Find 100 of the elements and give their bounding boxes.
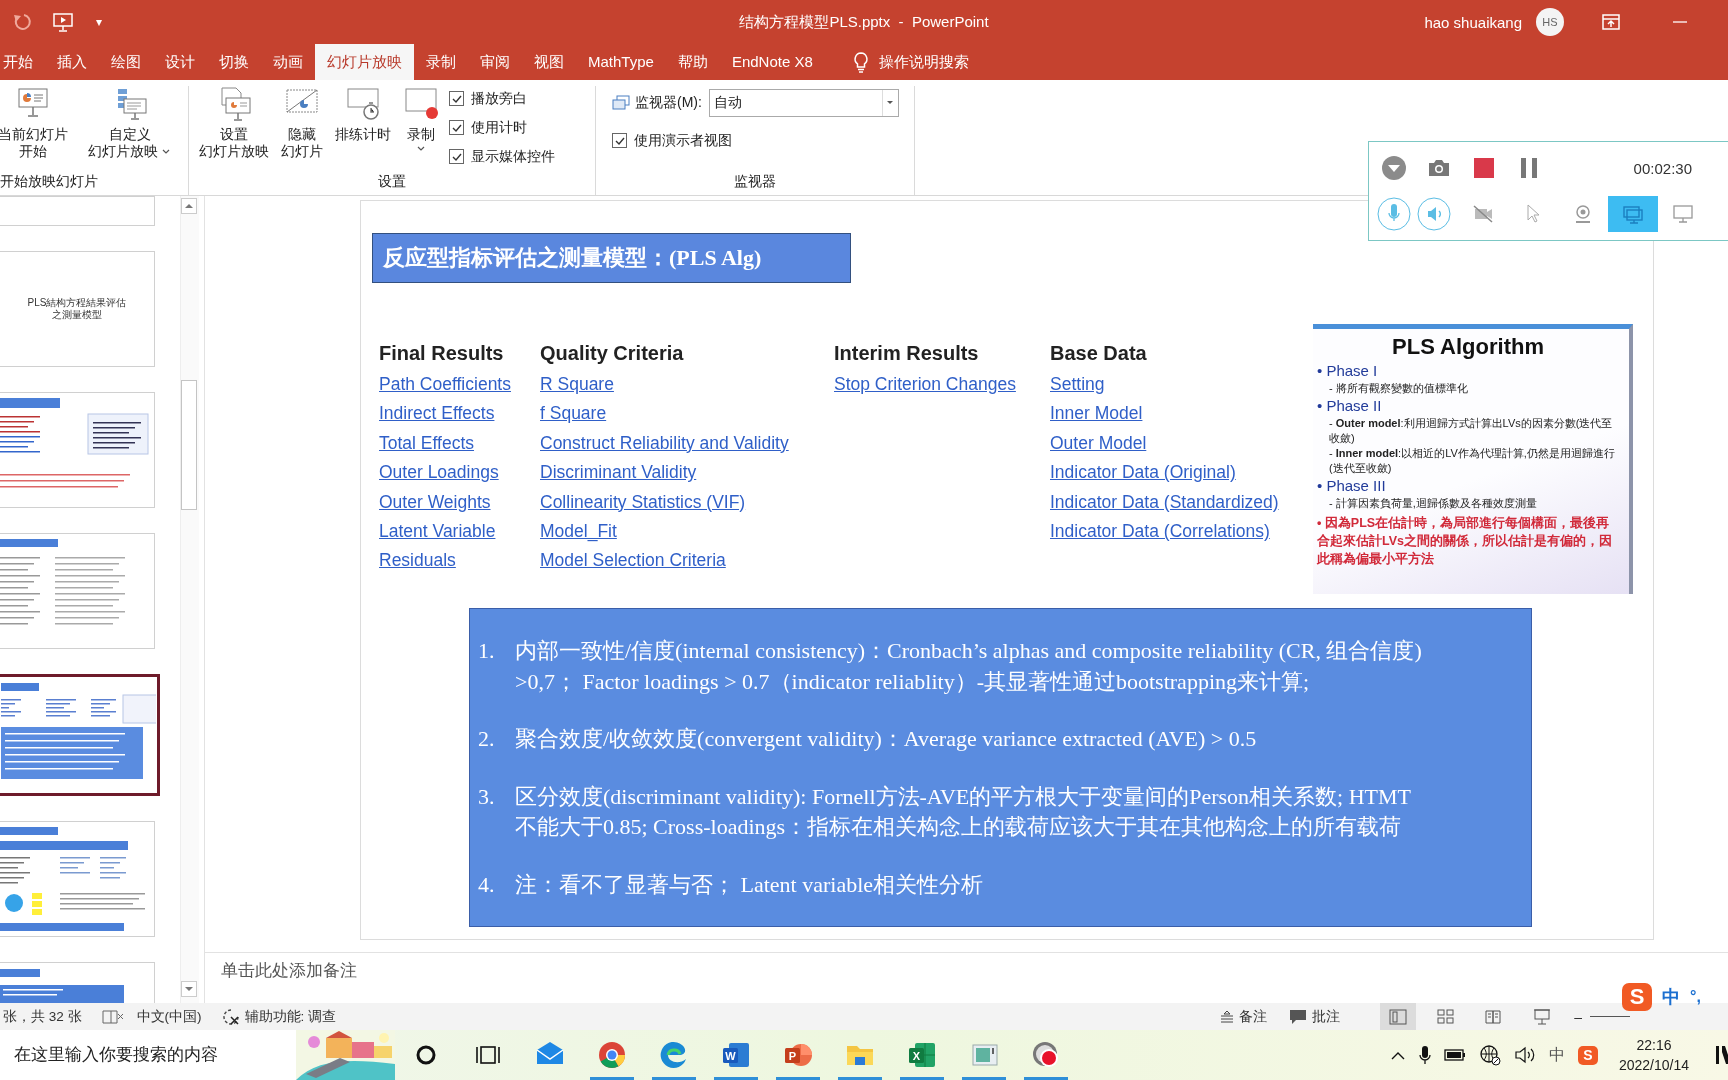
scrollbar[interactable] — [180, 196, 199, 1003]
link[interactable]: Outer Weights — [379, 487, 491, 518]
link[interactable]: Inner Model — [1050, 399, 1143, 429]
ribbon-button[interactable]: 录制 — [397, 86, 445, 153]
pause-icon[interactable] — [1520, 158, 1537, 178]
scroll-down-icon[interactable] — [181, 981, 197, 997]
monitor-dropdown[interactable]: 自动 — [708, 89, 899, 117]
ribbon-tab[interactable]: 开始 — [0, 44, 45, 80]
zoom-out-button[interactable]: – — [1574, 1008, 1582, 1025]
ribbon-tab[interactable]: MathType — [576, 44, 666, 80]
stop-icon[interactable] — [1473, 158, 1494, 178]
checkbox[interactable] — [449, 91, 464, 106]
record-button-icon[interactable] — [1031, 1040, 1061, 1070]
language-label[interactable]: 中文(中国) — [136, 1007, 202, 1026]
link[interactable]: R Square — [540, 370, 614, 400]
comment-icon[interactable] — [1289, 1008, 1308, 1025]
checkbox[interactable] — [612, 133, 627, 148]
dropdown-icon[interactable] — [1380, 155, 1407, 181]
scroll-thumb[interactable] — [181, 380, 197, 510]
task-view-icon[interactable] — [476, 1044, 500, 1066]
comments-button[interactable]: 批注 — [1312, 1007, 1341, 1026]
ribbon-button[interactable]: 当前幻灯片 开始 — [0, 86, 74, 160]
notes-placeholder[interactable]: 单击此处添加备注 — [221, 959, 357, 982]
checkbox-label[interactable]: 显示媒体控件 — [471, 147, 555, 166]
link[interactable]: Path Coefficients — [379, 370, 511, 400]
slide-thumbnail[interactable]: PLS結构方程結果评估 之測量模型 — [0, 251, 155, 367]
ribbon-tab[interactable]: 切换 — [207, 44, 261, 80]
punctuation-mode-label[interactable]: °, — [1690, 988, 1701, 1006]
scroll-up-icon[interactable] — [181, 198, 197, 214]
link[interactable]: Residuals — [379, 546, 456, 576]
checkbox-label[interactable]: 使用计时 — [471, 118, 527, 137]
search-field[interactable]: 在这里输入你要搜索的内容 — [0, 1030, 296, 1080]
link[interactable]: Construct Reliability and Validity — [540, 428, 789, 459]
ribbon-display-icon[interactable] — [1602, 14, 1620, 30]
microphone-toggle[interactable] — [1377, 197, 1411, 231]
checkbox-label[interactable]: 使用演示者视图 — [634, 131, 732, 150]
list-number: 3. — [478, 782, 496, 811]
list-number: 2. — [478, 725, 496, 753]
tell-me-search[interactable]: 操作说明搜索 — [878, 52, 969, 72]
input-method-logo[interactable]: S — [1622, 983, 1652, 1011]
ribbon-tab[interactable]: 绘图 — [99, 44, 153, 80]
ribbon-button[interactable]: 隐藏 幻灯片 — [275, 86, 329, 160]
edge-icon[interactable] — [659, 1040, 689, 1070]
customize-menu-caret[interactable]: ▾ — [96, 15, 103, 29]
accessibility-icon[interactable] — [221, 1007, 240, 1026]
chrome-icon[interactable] — [597, 1040, 627, 1070]
ribbon-tab[interactable]: 录制 — [414, 44, 468, 80]
link[interactable]: Model_Fit — [540, 517, 617, 547]
link[interactable]: Setting — [1050, 370, 1105, 400]
input-method-indicator[interactable]: 中 — [1548, 1044, 1565, 1066]
link[interactable]: Indicator Data (Correlations) — [1050, 517, 1270, 547]
speaker-toggle[interactable] — [1417, 197, 1451, 231]
ribbon-button[interactable]: 排练计时 — [329, 86, 397, 143]
ribbon-tab[interactable]: 插入 — [45, 44, 99, 80]
spelling-icon[interactable] — [101, 1008, 124, 1025]
ribbon-tab[interactable]: 视图 — [522, 44, 576, 80]
ribbon-tab[interactable]: 审阅 — [468, 44, 522, 80]
link[interactable]: Discriminant Validity — [540, 458, 697, 488]
notes-icon[interactable] — [1220, 1009, 1235, 1024]
ribbon-tab[interactable]: 帮助 — [665, 44, 720, 80]
link[interactable]: Stop Criterion Changes — [834, 370, 1016, 400]
ribbon-tab[interactable]: 动画 — [261, 44, 315, 80]
camera-icon[interactable] — [1427, 159, 1450, 177]
link[interactable]: Indirect Effects — [379, 399, 495, 429]
checkbox[interactable] — [449, 149, 464, 164]
checkbox[interactable] — [449, 120, 464, 135]
user-avatar[interactable]: HS — [1536, 8, 1564, 36]
ribbon-tab[interactable]: 幻灯片放映 — [315, 44, 414, 80]
link[interactable]: Collinearity Statistics (VIF) — [540, 487, 746, 518]
ribbon-button[interactable]: 设置 幻灯片放映 — [193, 86, 275, 160]
undo-icon[interactable] — [12, 12, 32, 32]
view-button[interactable] — [1380, 1003, 1417, 1030]
image-text: - Outer model:利用迴歸方式計算出LVs的因素分數(迭代至收斂) — [1328, 416, 1614, 446]
link[interactable]: f Square — [540, 399, 607, 429]
checkbox-label[interactable]: 播放旁白 — [471, 89, 527, 108]
link[interactable]: Outer Model — [1050, 428, 1147, 459]
link[interactable]: Outer Loadings — [379, 458, 499, 488]
input-mode-label[interactable]: 中 — [1662, 985, 1680, 1009]
link[interactable]: Total Effects — [379, 428, 474, 459]
ribbon-button[interactable]: 自定义 幻灯片放映 — [82, 86, 177, 160]
accessibility-status[interactable]: 辅助功能: 调查 — [244, 1007, 337, 1026]
ribbon-tab[interactable]: EndNote X8 — [719, 44, 825, 80]
link[interactable]: Model Selection Criteria — [540, 546, 726, 576]
microphone-icon[interactable] — [1418, 1045, 1431, 1065]
slide-thumbnail[interactable] — [0, 674, 160, 796]
ribbon-tab[interactable]: 设计 — [153, 44, 207, 80]
link[interactable]: Indicator Data (Standardized) — [1050, 487, 1279, 518]
volume-icon[interactable] — [1513, 1046, 1536, 1064]
link[interactable]: Indicator Data (Original) — [1050, 458, 1236, 488]
link[interactable]: Latent Variable — [379, 517, 496, 547]
input-method-logo[interactable]: S — [1577, 1045, 1598, 1065]
notes-button[interactable]: 备注 — [1239, 1007, 1268, 1026]
cortana-icon[interactable] — [415, 1044, 437, 1066]
clock[interactable]: 22:16 2022/10/14 — [1618, 1035, 1689, 1075]
slideshow-icon[interactable] — [52, 11, 76, 33]
user-name[interactable]: hao shuaikang — [1424, 13, 1522, 31]
battery-icon[interactable] — [1443, 1049, 1466, 1061]
image-text: • Phase I — [1317, 361, 1379, 381]
recording-timer: 00:02:30 — [1633, 159, 1692, 177]
globe-icon[interactable] — [1478, 1044, 1501, 1066]
